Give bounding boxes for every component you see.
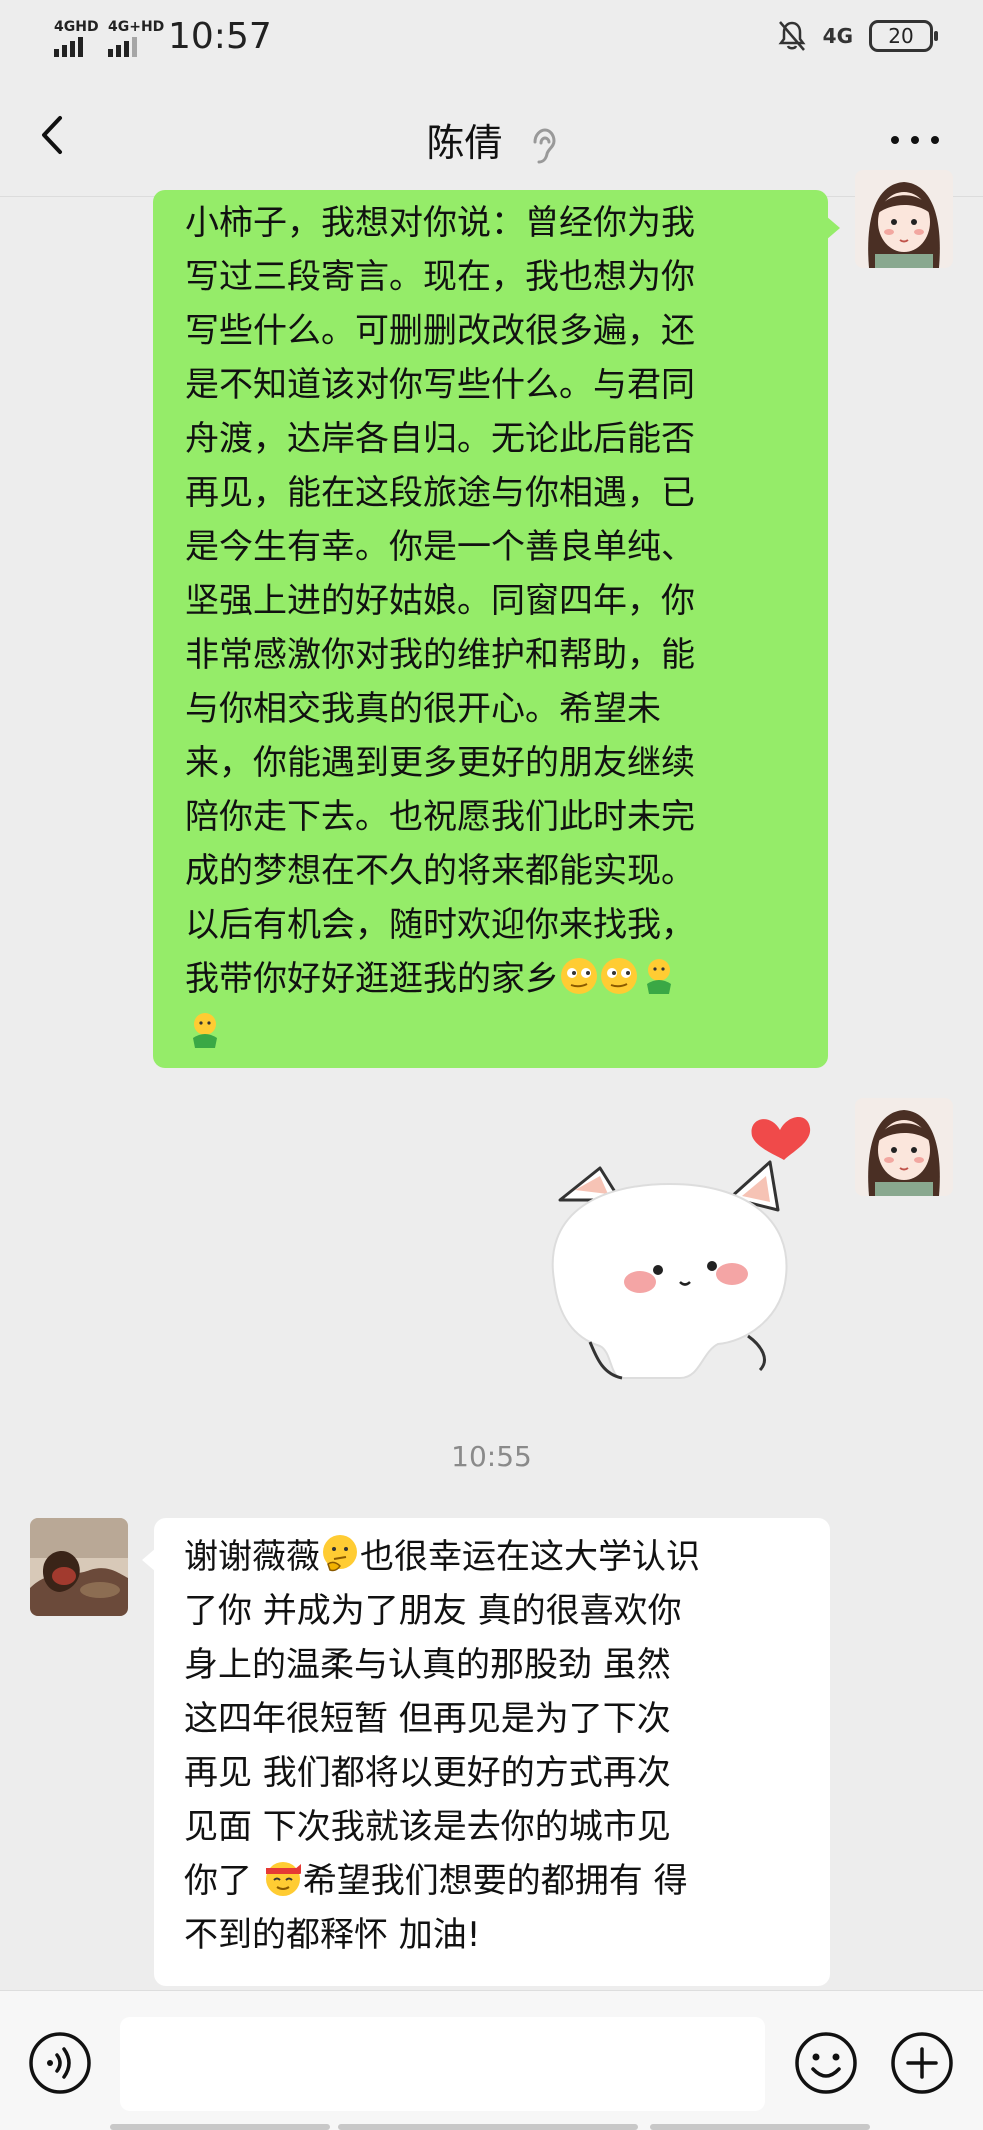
girl-avatar-icon [855,170,953,268]
signal-indicator-1: 4GHD [54,16,99,57]
contact-avatar[interactable] [30,1518,128,1616]
message-timestamp: 10:55 [451,1440,532,1473]
emoji-button[interactable] [794,2031,858,2095]
smirk-emoji-icon [601,958,637,994]
message-input[interactable] [120,2017,765,2111]
sent-message-bubble[interactable]: 小柿子，我想对你说：曾经你为我 写过三段寄言。现在，我也想为你 写些什么。可删删… [153,190,840,1068]
received-message-part1: 谢谢薇薇 [184,1537,320,1577]
my-avatar[interactable] [855,170,953,268]
sticker-message[interactable] [530,1090,830,1390]
mute-bell-icon [778,21,806,51]
plus-icon [891,2032,953,2094]
nav-gesture-bar [650,2124,870,2130]
thinking-emoji-icon [323,1535,357,1572]
hug-emoji-icon [647,959,671,994]
girl-avatar-icon [855,1098,953,1196]
more-dots-icon [891,136,939,144]
sent-message-body: 小柿子，我想对你说：曾经你为我 写过三段寄言。现在，我也想为你 写些什么。可删删… [185,203,695,999]
ear-mode-icon [533,127,556,163]
network-type: 4G [822,24,853,48]
input-bar [0,1990,983,2130]
nav-gesture-bar [110,2124,330,2130]
received-message-part2: 也很幸运在这大学认识 了你 并成为了朋友 真的很喜欢你 身上的温柔与认真的那股劲… [184,1537,700,1901]
received-message-text: 谢谢薇薇 也很幸运在这大学认识 了你 并成为了朋友 真的很喜欢你 身上的温柔与认真… [154,1518,830,1962]
plus-button[interactable] [890,2031,954,2095]
smirk-emoji-icon [561,958,597,994]
signal-2-label: 4G+HD [108,19,165,35]
white-cat-sticker-icon [551,1116,811,1380]
voice-button[interactable] [28,2031,92,2095]
chat-header: 陈倩 [0,76,983,197]
nav-gesture-bar [338,2124,638,2130]
received-message-bubble[interactable]: 谢谢薇薇 也很幸运在这大学认识 了你 并成为了朋友 真的很喜欢你 身上的温柔与认真… [142,1518,830,1986]
hug-emoji-icon [193,1013,217,1048]
status-bar: 4GHD 4G+HD 10:57 4G 20 [0,0,983,76]
sent-message-text: 小柿子，我想对你说：曾经你为我 写过三段寄言。现在，我也想为你 写些什么。可删删… [153,190,828,1060]
more-button[interactable] [885,116,945,156]
voice-input-icon [29,2032,91,2094]
status-time: 10:57 [168,16,272,57]
signal-1-label: 4GHD [54,19,99,35]
chat-title: 陈倩 [0,112,983,167]
contact-name: 陈倩 [426,121,503,165]
battery-indicator: 20 [869,20,938,52]
emoji-icon [795,2032,857,2094]
signal-indicator-2: 4G+HD [108,16,164,57]
my-avatar[interactable] [855,1098,953,1196]
photo-avatar-icon [30,1518,128,1616]
headband-emoji-icon [265,1862,301,1896]
